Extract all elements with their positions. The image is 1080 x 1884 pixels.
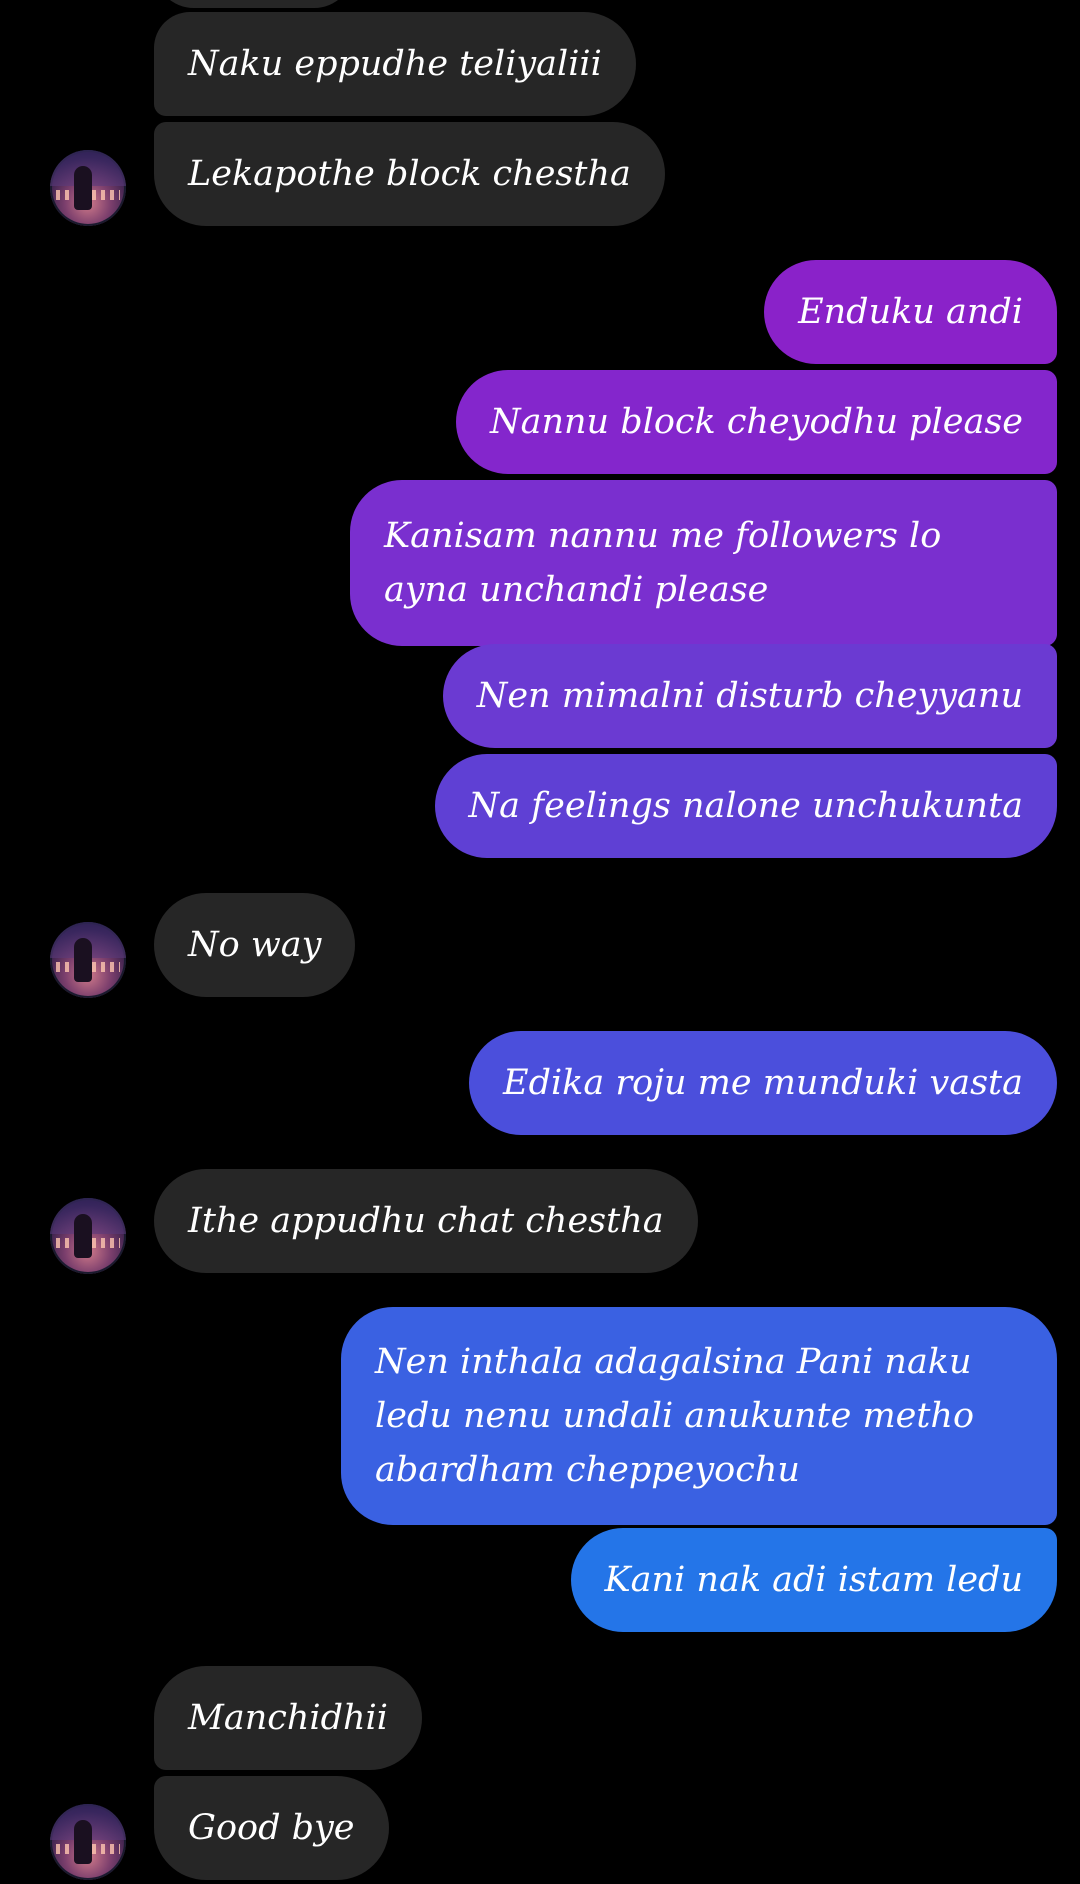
message-bubble-outgoing[interactable]: Kani nak adi istam ledu [570, 1528, 1057, 1632]
message-bubble-partial[interactable] [154, 0, 354, 8]
contact-avatar[interactable] [50, 922, 126, 998]
message-text: Kani nak adi istam ledu [604, 1560, 1023, 1600]
message-bubble-incoming[interactable]: Ithe appudhu chat chestha [154, 1169, 698, 1273]
message-bubble-incoming[interactable]: Naku eppudhe teliyaliii [154, 12, 636, 116]
message-bubble-outgoing[interactable]: Nen mimalni disturb cheyyanu [442, 644, 1057, 748]
message-text: Good bye [188, 1808, 355, 1848]
message-text: Naku eppudhe teliyaliii [188, 44, 602, 84]
message-bubble-incoming[interactable]: No way [154, 893, 356, 997]
contact-avatar[interactable] [50, 1804, 126, 1880]
message-bubble-outgoing[interactable]: Kanisam nannu me followers lo ayna uncha… [350, 480, 1057, 646]
message-text: Ithe appudhu chat chestha [188, 1201, 664, 1241]
message-text: Nannu block cheyodhu please [489, 402, 1023, 442]
message-bubble-outgoing[interactable]: Nannu block cheyodhu please [455, 370, 1057, 474]
message-bubble-incoming[interactable]: Lekapothe block chestha [154, 122, 665, 226]
message-text: Nen mimalni disturb cheyyanu [476, 676, 1023, 716]
message-text: Manchidhii [188, 1698, 388, 1738]
message-text: Edika roju me munduki vasta [503, 1063, 1023, 1103]
message-bubble-outgoing[interactable]: Enduku andi [764, 260, 1057, 364]
message-text: Kanisam nannu me followers lo ayna uncha… [384, 516, 942, 610]
message-text: Nen inthala adagalsina Pani naku ledu ne… [375, 1342, 975, 1490]
chat-thread: Naku eppudhe teliyaliii Lekapothe block … [0, 0, 1080, 1884]
message-bubble-outgoing[interactable]: Nen inthala adagalsina Pani naku ledu ne… [341, 1307, 1057, 1525]
message-text: Lekapothe block chestha [188, 154, 631, 194]
message-bubble-outgoing[interactable]: Edika roju me munduki vasta [469, 1031, 1057, 1135]
message-text: No way [188, 925, 322, 965]
message-bubble-incoming[interactable]: Good bye [154, 1776, 389, 1880]
contact-avatar[interactable] [50, 150, 126, 226]
message-bubble-incoming[interactable]: Manchidhii [154, 1666, 422, 1770]
message-bubble-outgoing[interactable]: Na feelings nalone unchukunta [434, 754, 1057, 858]
message-text: Na feelings nalone unchukunta [468, 786, 1023, 826]
message-text: Enduku andi [798, 292, 1023, 332]
contact-avatar[interactable] [50, 1198, 126, 1274]
